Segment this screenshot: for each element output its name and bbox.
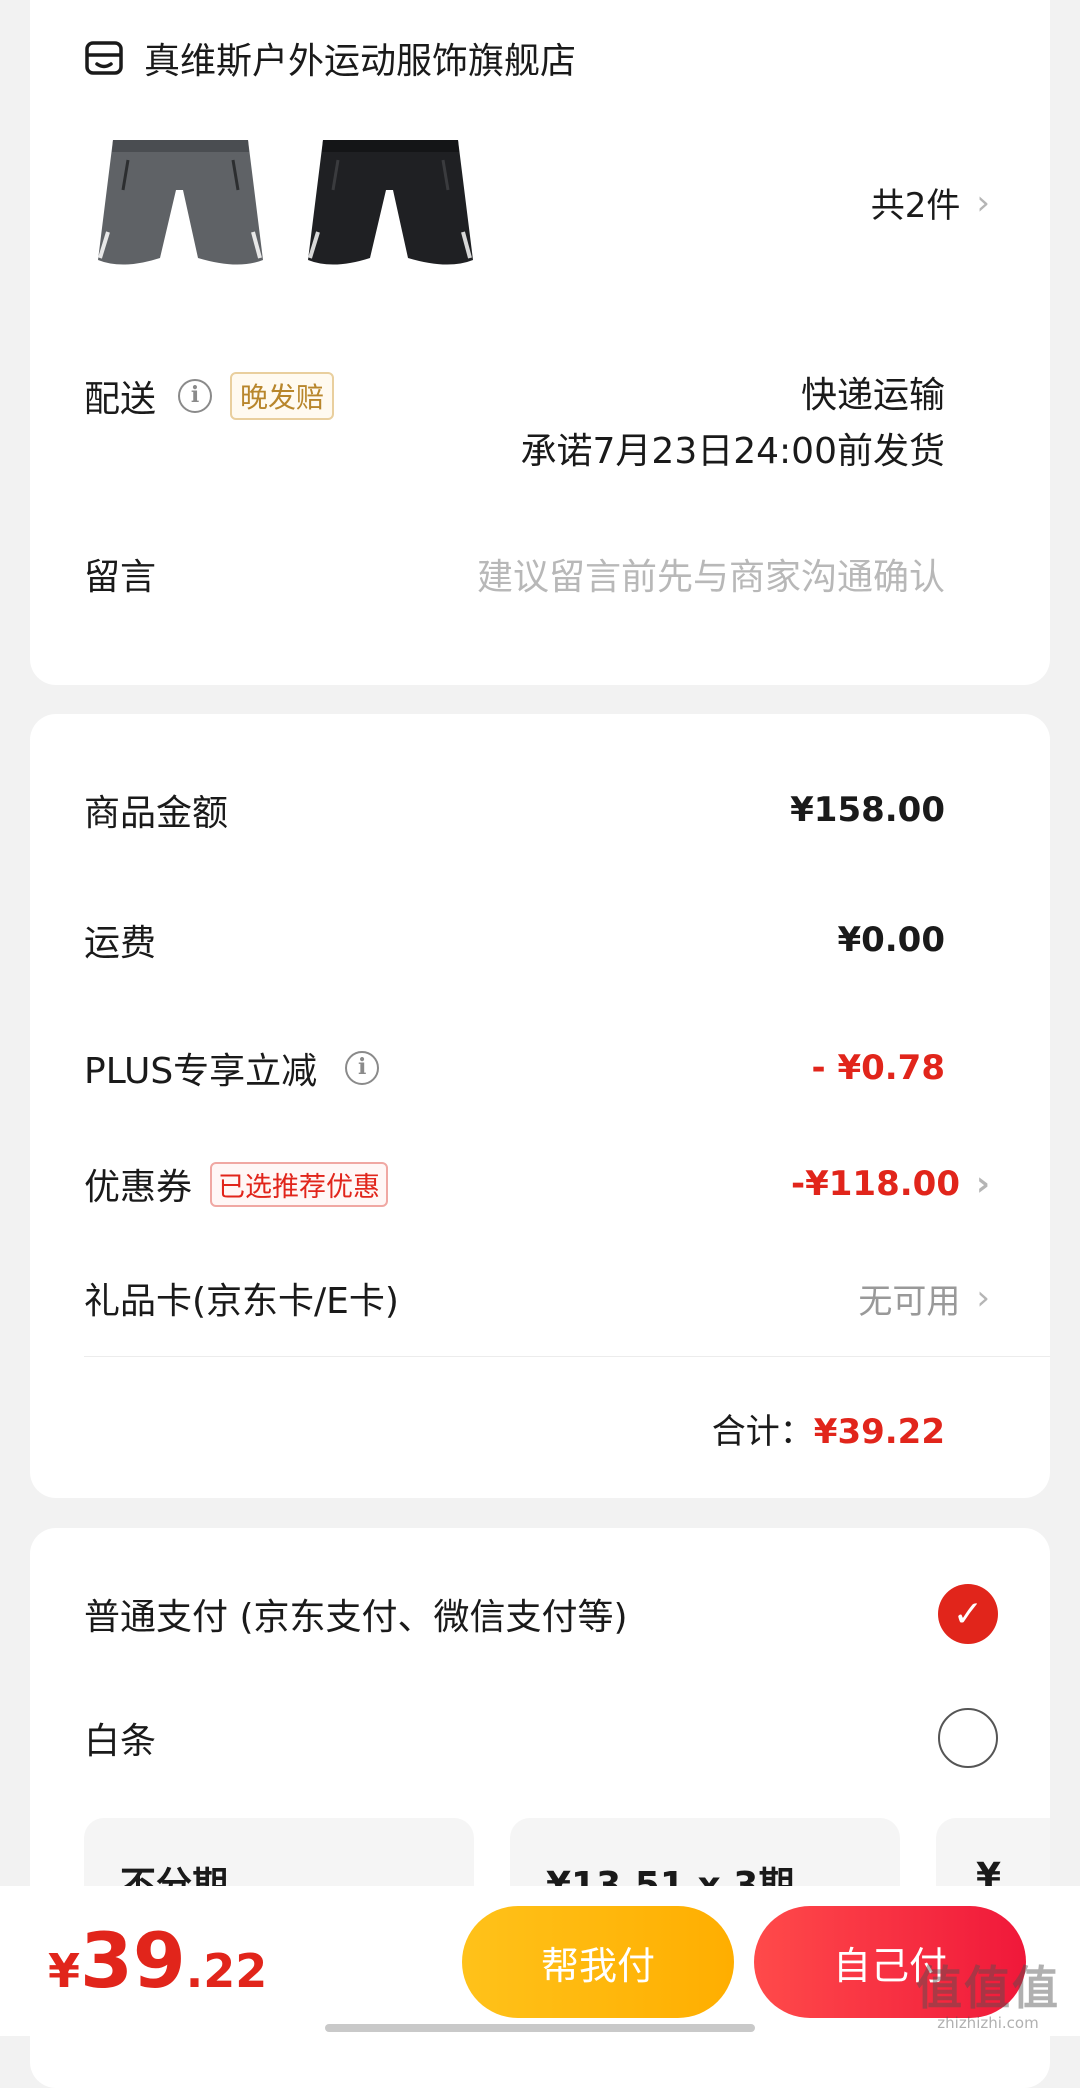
store-name: 真维斯户外运动服饰旗舰店	[144, 41, 577, 82]
plus-discount-row: PLUS专享立减 i - ¥0.78	[84, 1042, 990, 1094]
late-compensation-tag: 晚发赔	[230, 372, 335, 420]
message-input[interactable]: 建议留言前先与商家沟通确认	[477, 548, 945, 600]
coupon-value: -¥118.00	[791, 1164, 960, 1204]
divider	[84, 1356, 1050, 1357]
chevron-right-icon: ›	[976, 182, 990, 223]
goods-amount-label: 商品金额	[84, 793, 229, 834]
shipping-info[interactable]: 快递运输 承诺7月23日24:00前发货	[521, 368, 945, 480]
chevron-right-icon: ›	[975, 1164, 990, 1204]
radio-unchecked-icon[interactable]	[938, 1708, 998, 1768]
product-image-black-shorts[interactable]	[298, 120, 483, 305]
info-icon[interactable]: i	[178, 379, 213, 413]
price-integer: 39	[80, 1916, 186, 2005]
shipping-promise: 承诺7月23日24:00前发货	[520, 431, 945, 472]
home-indicator[interactable]	[325, 2024, 755, 2032]
watermark-main: 值值值	[916, 1961, 1060, 2015]
info-icon[interactable]: i	[345, 1051, 380, 1085]
baitiao-label: 白条	[84, 1721, 157, 1762]
total-label: 合计：	[711, 1412, 814, 1452]
goods-amount-row: 商品金额 ¥158.00	[84, 784, 990, 836]
delivery-row: 配送 i 晚发赔	[84, 370, 335, 422]
store-icon	[85, 41, 123, 75]
delivery-label: 配送	[84, 379, 157, 420]
recommended-coupon-tag: 已选推荐优惠	[210, 1161, 389, 1207]
gift-card-value: 无可用	[858, 1281, 961, 1322]
plus-discount-label: PLUS专享立减	[84, 1051, 318, 1092]
freight-value: ¥0.00	[837, 920, 945, 960]
store-header[interactable]: 真维斯户外运动服饰旗舰店	[84, 32, 576, 84]
checkout-price: ¥ 39 .22	[48, 1916, 267, 2005]
currency-symbol: ¥	[48, 1944, 81, 1998]
normal-pay-label: 普通支付 (京东支付、微信支付等)	[84, 1597, 628, 1638]
gift-card-label: 礼品卡(京东卡/E卡)	[84, 1281, 399, 1322]
normal-pay-option[interactable]: 普通支付 (京东支付、微信支付等) ✓	[84, 1584, 998, 1644]
freight-row: 运费 ¥0.00	[84, 914, 990, 966]
coupon-label: 优惠券	[84, 1167, 193, 1208]
item-count: 共2件	[870, 186, 961, 226]
total-value: ¥39.22	[813, 1412, 945, 1452]
chevron-right-icon: ›	[976, 1278, 990, 1318]
price-decimal: .22	[185, 1944, 268, 1998]
gift-card-row[interactable]: 礼品卡(京东卡/E卡) 无可用 ›	[84, 1272, 990, 1324]
baitiao-option[interactable]: 白条	[84, 1708, 998, 1768]
shipping-method: 快递运输	[800, 375, 945, 416]
goods-amount-value: ¥158.00	[790, 790, 945, 830]
coupon-row[interactable]: 优惠券 已选推荐优惠 -¥118.00 ›	[84, 1158, 990, 1210]
product-image-gray-shorts[interactable]	[88, 120, 273, 305]
radio-checked-icon[interactable]: ✓	[938, 1584, 998, 1644]
order-store-card: 真维斯户外运动服饰旗舰店 共2件 › 配送 i 晚发赔 快递运输 承诺7月23日…	[30, 0, 1050, 685]
help-me-pay-button[interactable]: 帮我付	[462, 1906, 734, 2018]
plus-discount-value: - ¥0.78	[811, 1048, 946, 1088]
price-summary-card: 商品金额 ¥158.00 运费 ¥0.00 PLUS专享立减 i - ¥0.78…	[30, 714, 1050, 1498]
watermark-sub: zhizhizhi.com	[937, 2014, 1039, 2032]
watermark-logo: 值值值 zhizhizhi.com	[916, 1952, 1060, 2032]
total-row: 合计： ¥39.22	[712, 1404, 945, 1453]
item-count-link[interactable]: 共2件 ›	[871, 178, 990, 227]
message-label: 留言	[84, 557, 157, 598]
freight-label: 运费	[84, 923, 157, 964]
